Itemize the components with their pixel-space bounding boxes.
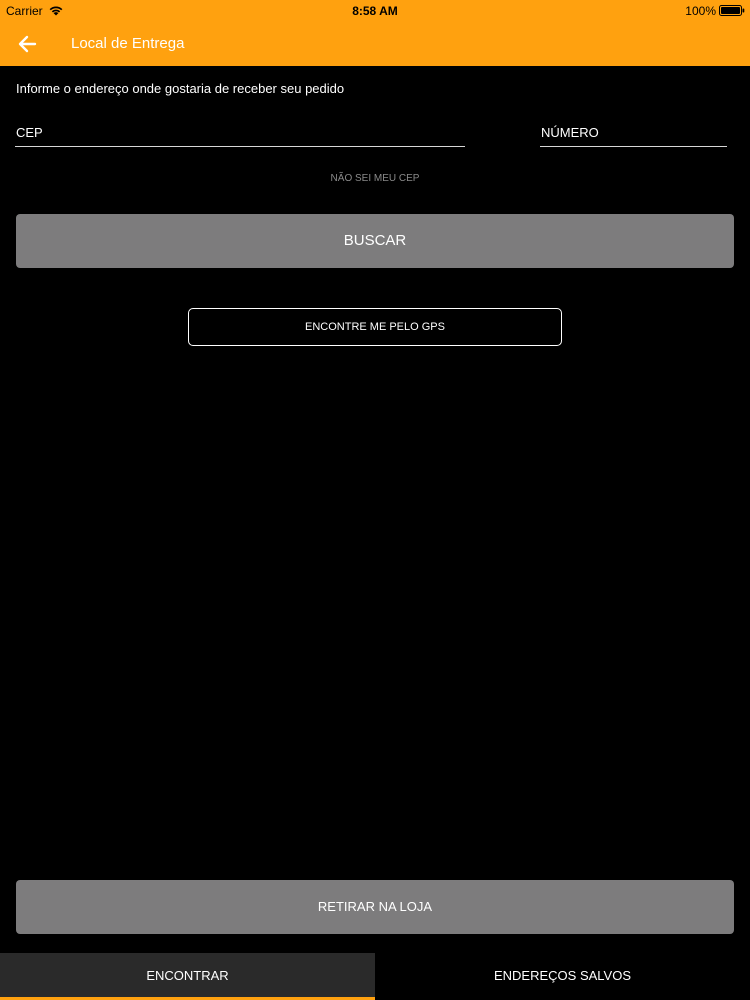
bottom-tab-bar: ENCONTRAR ENDEREÇOS SALVOS xyxy=(0,953,750,1000)
pickup-in-store-button[interactable]: RETIRAR NA LOJA xyxy=(16,880,734,934)
cep-input[interactable] xyxy=(15,118,466,146)
tab-find[interactable]: ENCONTRAR xyxy=(0,953,375,1000)
status-bar: Carrier 8:58 AM 100% xyxy=(0,0,750,22)
delivery-location-screen: Carrier 8:58 AM 100% Local de Entrega In… xyxy=(0,0,750,1000)
battery-icon xyxy=(719,5,745,16)
dont-know-cep-link[interactable]: NÃO SEI MEU CEP xyxy=(0,173,750,184)
search-button[interactable]: BUSCAR xyxy=(16,214,734,268)
number-field xyxy=(540,118,728,147)
app-bar: Local de Entrega xyxy=(0,22,750,66)
page-title: Local de Entrega xyxy=(71,35,185,52)
top-bar: Carrier 8:58 AM 100% Local de Entrega xyxy=(0,0,750,66)
gps-button[interactable]: ENCONTRE ME PELO GPS xyxy=(188,308,562,346)
arrow-left-icon xyxy=(18,35,37,53)
clock-label: 8:58 AM xyxy=(352,4,398,18)
tab-saved-addresses[interactable]: ENDEREÇOS SALVOS xyxy=(375,953,750,1000)
tab-find-label: ENCONTRAR xyxy=(146,968,229,983)
back-button[interactable] xyxy=(14,32,42,56)
cep-field xyxy=(15,118,466,147)
instruction-text: Informe o endereço onde gostaria de rece… xyxy=(16,81,345,96)
number-input[interactable] xyxy=(540,118,728,146)
battery-percent: 100% xyxy=(685,4,716,18)
tab-saved-addresses-label: ENDEREÇOS SALVOS xyxy=(493,968,632,983)
